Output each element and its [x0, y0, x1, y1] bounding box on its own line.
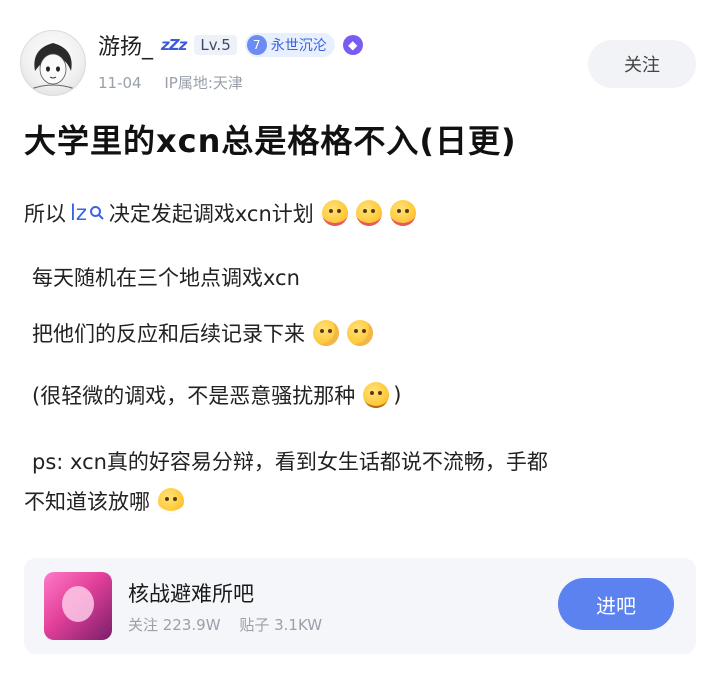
forum-posts: 贴子 3.1KW	[239, 616, 323, 634]
post-title: 大学里的xcn总是格格不入(日更)	[24, 122, 517, 160]
post-date: 11-04	[98, 74, 142, 92]
lz-link[interactable]: lz	[70, 201, 105, 225]
search-icon	[89, 206, 104, 220]
tongue-emoji-icon	[321, 200, 348, 226]
tongue-emoji-icon	[389, 200, 416, 226]
enter-forum-button[interactable]: 进吧	[558, 578, 674, 630]
post-text: 所以	[24, 202, 66, 226]
forum-name: 核战避难所吧	[128, 582, 254, 606]
hand-over-mouth-emoji-icon	[313, 320, 339, 346]
anime-avatar-icon	[30, 43, 76, 90]
follow-button[interactable]: 关注	[588, 40, 696, 88]
post-line-1: 所以 lz 决定发起调戏xcn计划	[24, 198, 416, 228]
medal-icon[interactable]: ◆	[342, 35, 363, 55]
post-text: 决定发起调戏xcn计划	[108, 202, 314, 226]
post-header: 游扬_ zZz Lv.5 7 永世沉沦 ◆ 11-04 IP属地:天津 关注	[20, 28, 700, 108]
post-line-3: 把他们的反应和后续记录下来	[32, 318, 373, 348]
tongue-emoji-icon	[355, 200, 382, 226]
hand-over-mouth-emoji-icon	[347, 320, 373, 346]
title-badge-number: 7	[246, 35, 267, 55]
smile-emoji-icon	[363, 382, 390, 408]
post-line-2: 每天随机在三个地点调戏xcn	[32, 262, 300, 292]
forum-avatar	[44, 572, 112, 640]
post-text: ps: xcn真的好容易分辩，看到女生话都说不流畅，手都	[32, 450, 548, 474]
author-name-row: 游扬_ zZz Lv.5 7 永世沉沦 ◆	[98, 30, 363, 60]
level-badge: Lv.5	[194, 35, 237, 55]
forum-card[interactable]: 核战避难所吧 关注 223.9W 贴子 3.1KW 进吧	[24, 558, 696, 654]
post-text: (很轻微的调戏，不是恶意骚扰那种	[32, 384, 356, 408]
author-name[interactable]: 游扬_	[98, 29, 153, 61]
post-line-4: (很轻微的调戏，不是恶意骚扰那种 )	[32, 380, 401, 410]
grin-emoji-icon	[158, 488, 184, 514]
title-badge-text: 永世沉沦	[270, 38, 327, 54]
forum-followers: 关注 223.9W	[128, 616, 221, 634]
author-avatar[interactable]	[20, 30, 86, 96]
title-badge[interactable]: 7 永世沉沦	[244, 33, 335, 57]
post-text: )	[393, 383, 402, 407]
ip-location: IP属地:天津	[164, 74, 243, 92]
lz-label: lz	[70, 201, 87, 225]
post-meta: 11-04 IP属地:天津	[98, 72, 243, 93]
forum-stats: 关注 223.9W 贴子 3.1KW	[128, 614, 322, 635]
post-line-6: 不知道该放哪	[24, 486, 184, 516]
post-text: 不知道该放哪	[24, 490, 150, 514]
sleep-icon: zZz	[161, 36, 187, 54]
post-text: 每天随机在三个地点调戏xcn	[32, 266, 300, 290]
post-text: 把他们的反应和后续记录下来	[32, 322, 305, 346]
post-line-5: ps: xcn真的好容易分辩，看到女生话都说不流畅，手都	[32, 446, 548, 476]
